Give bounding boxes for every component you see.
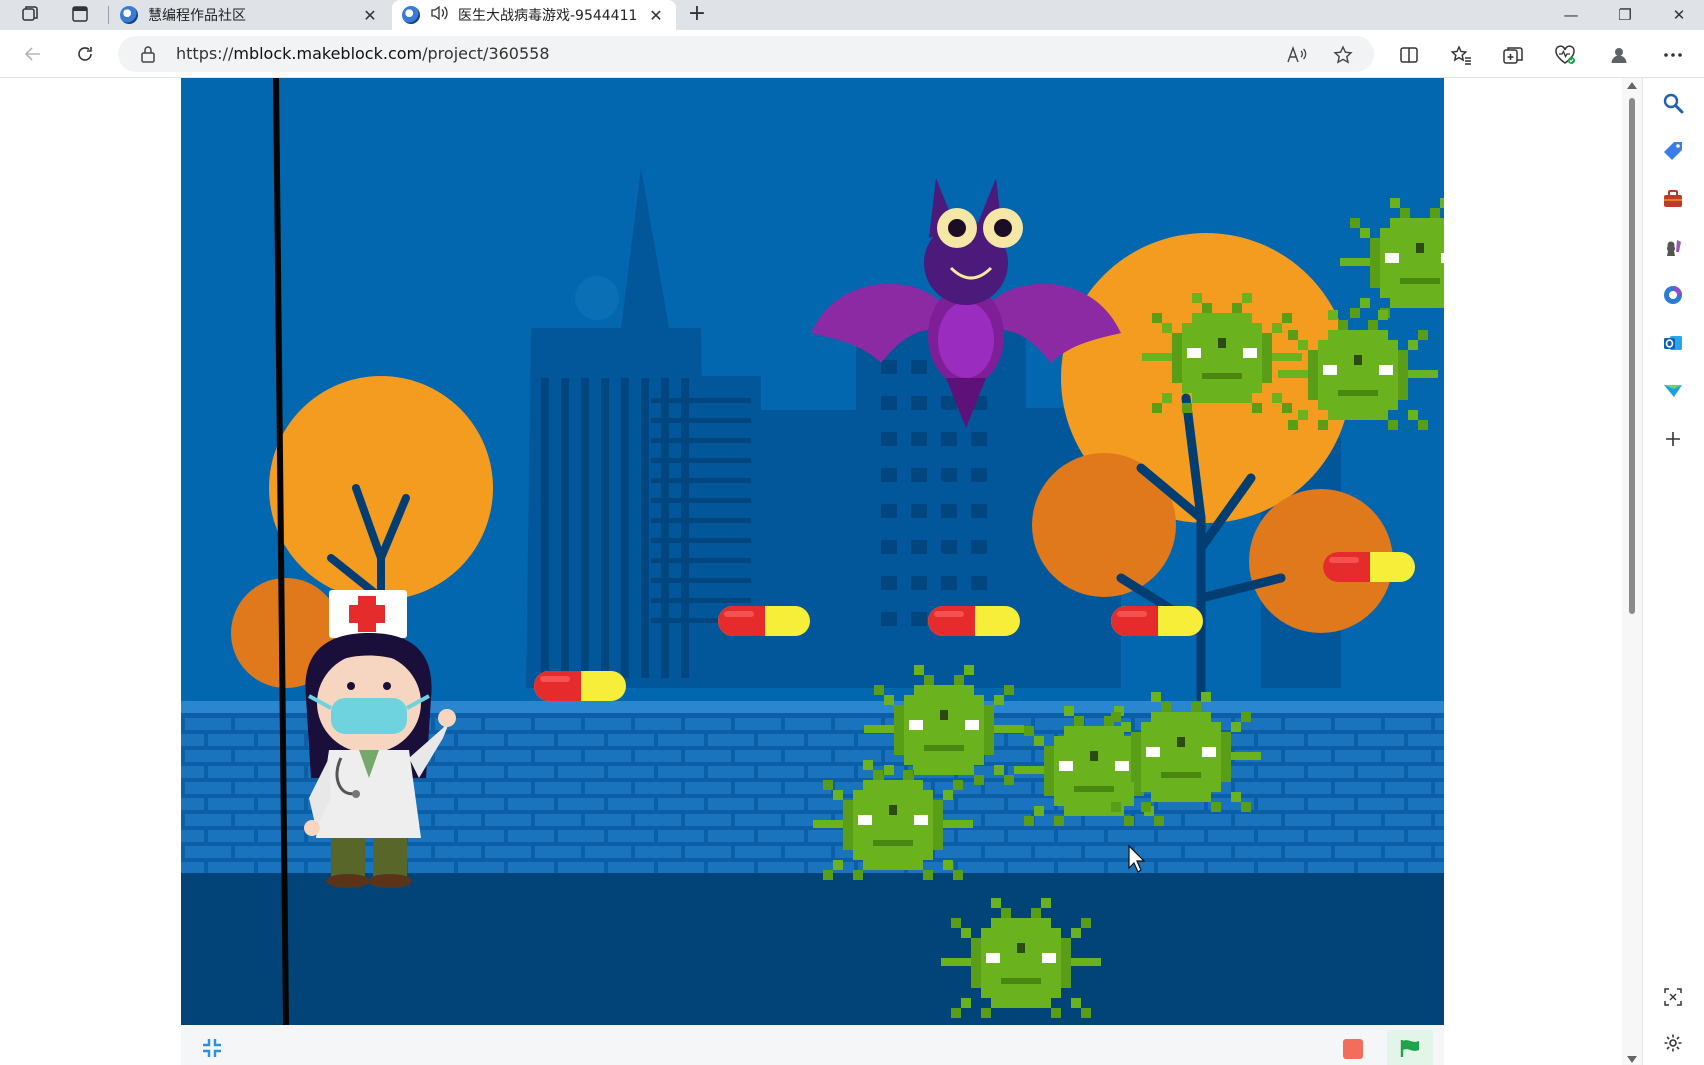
page-content bbox=[0, 78, 1632, 1065]
tab-actions-icon[interactable] bbox=[66, 2, 94, 26]
more-icon[interactable] bbox=[1660, 42, 1686, 68]
tab-title: 医生大战病毒游戏-9544411 bbox=[458, 8, 638, 24]
lock-icon[interactable] bbox=[138, 44, 158, 64]
close-icon[interactable]: ✕ bbox=[646, 5, 666, 25]
url-path: /project/360558 bbox=[422, 44, 550, 63]
url-text[interactable]: https://mblock.makeblock.com/project/360… bbox=[176, 44, 550, 63]
minimize-button[interactable]: — bbox=[1544, 0, 1598, 30]
close-window-button[interactable]: ✕ bbox=[1652, 0, 1704, 30]
star-icon[interactable] bbox=[1332, 44, 1354, 66]
refresh-icon[interactable] bbox=[70, 39, 100, 69]
pill-projectile bbox=[534, 671, 626, 701]
green-flag-button[interactable] bbox=[1387, 1030, 1433, 1065]
tab-game[interactable]: 医生大战病毒游戏-9544411 ✕ bbox=[392, 0, 676, 30]
split-screen-icon[interactable] bbox=[1396, 42, 1422, 68]
mblock-favicon bbox=[120, 6, 138, 24]
profile-icon[interactable] bbox=[1606, 42, 1632, 68]
search-icon[interactable] bbox=[1660, 90, 1686, 116]
ground bbox=[181, 873, 1444, 1025]
game-stage[interactable] bbox=[181, 78, 1444, 1025]
tab-community[interactable]: 慧编程作品社区 ✕ bbox=[110, 0, 390, 30]
edge-sidebar bbox=[1642, 78, 1704, 1065]
exit-fullscreen-icon[interactable] bbox=[201, 1037, 223, 1059]
player-controls bbox=[181, 1025, 1444, 1065]
pill-projectile bbox=[928, 606, 1020, 636]
microsoft365-icon[interactable] bbox=[1660, 282, 1686, 308]
speaker-icon[interactable] bbox=[430, 5, 448, 25]
add-icon[interactable] bbox=[1660, 426, 1686, 452]
pill-projectile bbox=[1323, 552, 1415, 582]
stop-button[interactable] bbox=[1343, 1039, 1363, 1059]
back-arrow-icon[interactable] bbox=[18, 39, 48, 69]
url-host: mblock.makeblock.com bbox=[233, 44, 423, 63]
collections-icon[interactable] bbox=[1500, 42, 1526, 68]
page-scrollbar[interactable] bbox=[1622, 78, 1642, 1065]
address-bar[interactable]: https://mblock.makeblock.com/project/360… bbox=[118, 36, 1374, 72]
favorites-icon[interactable] bbox=[1448, 42, 1474, 68]
shopping-tag-icon[interactable] bbox=[1660, 138, 1686, 164]
outlook-icon[interactable] bbox=[1660, 330, 1686, 356]
pill-projectile bbox=[718, 606, 810, 636]
scroll-down-arrow[interactable] bbox=[1627, 1056, 1637, 1063]
tools-icon[interactable] bbox=[1660, 186, 1686, 212]
send-icon[interactable] bbox=[1660, 378, 1686, 404]
restore-button[interactable]: ❐ bbox=[1598, 0, 1652, 30]
mblock-favicon bbox=[402, 6, 420, 24]
games-icon[interactable] bbox=[1660, 234, 1686, 260]
tab-strip: 慧编程作品社区 ✕ 医生大战病毒游戏-9544411 ✕ + — ❐ ✕ bbox=[0, 0, 1704, 30]
workspaces-icon[interactable] bbox=[16, 2, 44, 26]
browser-toolbar: https://mblock.makeblock.com/project/360… bbox=[0, 30, 1704, 78]
tab-title: 慧编程作品社区 bbox=[148, 8, 246, 24]
scroll-up-arrow[interactable] bbox=[1627, 82, 1637, 89]
screenshot-icon[interactable] bbox=[1660, 984, 1686, 1010]
green-flag-icon bbox=[1400, 1039, 1419, 1057]
tab-separator bbox=[108, 6, 109, 24]
game-scene[interactable] bbox=[181, 78, 1444, 1025]
new-tab-button[interactable]: + bbox=[684, 2, 710, 28]
close-icon[interactable]: ✕ bbox=[360, 5, 380, 25]
pill-projectile bbox=[1111, 606, 1203, 636]
scroll-thumb[interactable] bbox=[1629, 98, 1635, 614]
settings-icon[interactable] bbox=[1660, 1030, 1686, 1056]
url-scheme: https:// bbox=[176, 44, 234, 63]
heart-shield-icon[interactable] bbox=[1552, 42, 1578, 68]
read-aloud-icon[interactable] bbox=[1286, 44, 1308, 66]
